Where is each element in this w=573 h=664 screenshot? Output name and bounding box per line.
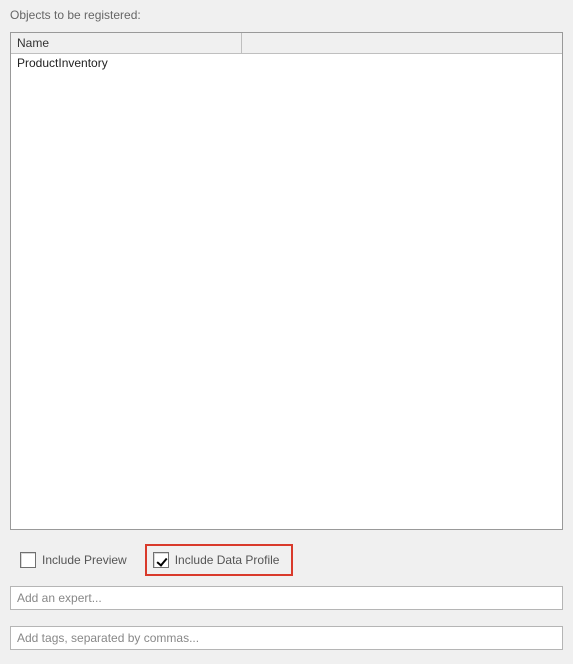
tags-input[interactable]: [10, 626, 563, 650]
table-row[interactable]: ProductInventory: [11, 54, 562, 73]
include-preview-option[interactable]: Include Preview: [14, 548, 133, 572]
expert-input[interactable]: [10, 586, 563, 610]
checkbox-row: Include Preview Include Data Profile: [10, 544, 563, 576]
include-preview-label: Include Preview: [42, 553, 127, 567]
cell-blank: [241, 54, 562, 73]
include-data-profile-option[interactable]: Include Data Profile: [145, 544, 294, 576]
objects-table: Name ProductInventory: [11, 33, 562, 72]
include-data-profile-label: Include Data Profile: [175, 553, 280, 567]
section-label: Objects to be registered:: [10, 8, 563, 22]
column-header-name[interactable]: Name: [11, 33, 241, 54]
cell-name: ProductInventory: [11, 54, 241, 73]
column-header-blank[interactable]: [241, 33, 562, 54]
objects-table-container: Name ProductInventory: [10, 32, 563, 530]
checkbox-icon: [20, 552, 36, 568]
checkbox-icon: [153, 552, 169, 568]
